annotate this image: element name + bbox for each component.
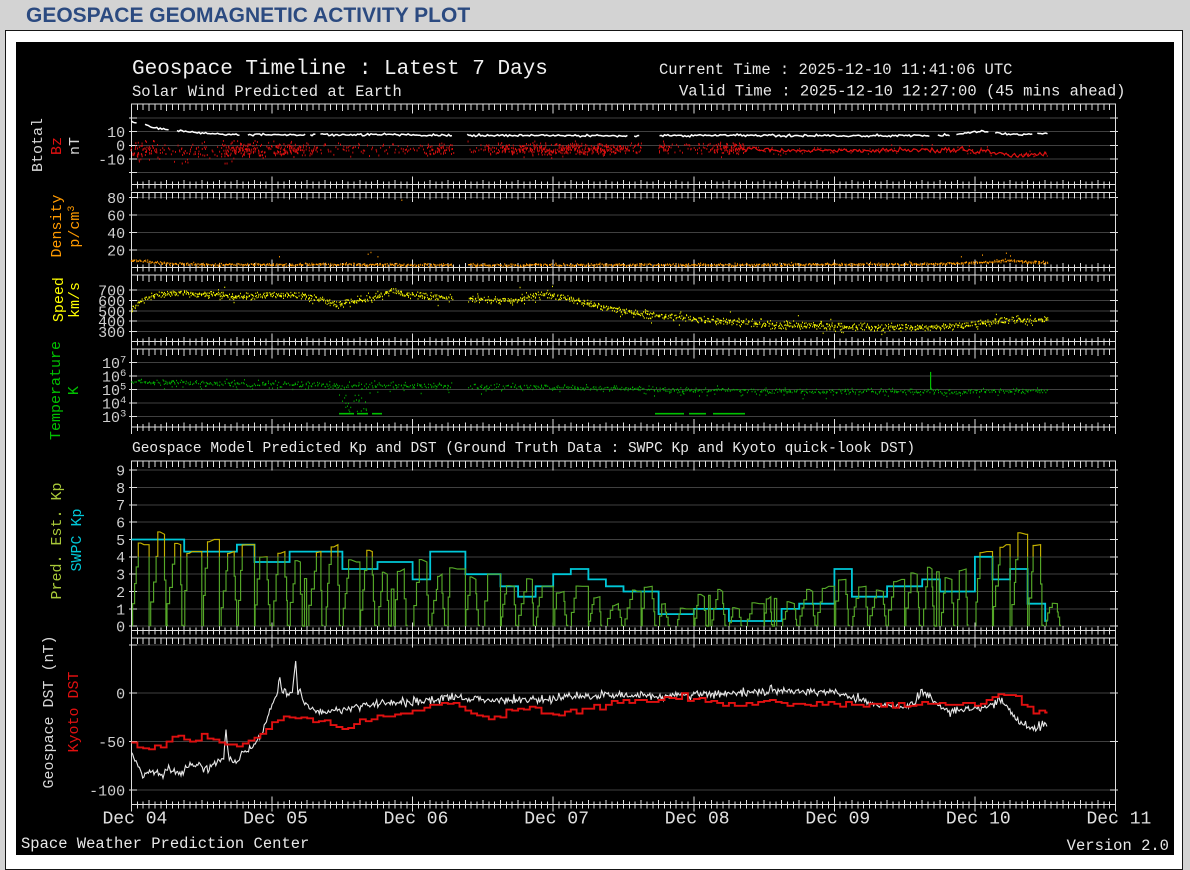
svg-text:0: 0 bbox=[116, 620, 125, 637]
svg-text:Current Time : 2025-12-10 11:4: Current Time : 2025-12-10 11:41:06 UTC bbox=[659, 61, 1012, 79]
svg-text:Solar Wind Predicted at Earth: Solar Wind Predicted at Earth bbox=[132, 83, 402, 101]
svg-text:Density: Density bbox=[49, 194, 66, 257]
svg-text:-100: -100 bbox=[89, 783, 125, 800]
svg-text:5: 5 bbox=[116, 533, 125, 550]
svg-text:SWPC Kp: SWPC Kp bbox=[69, 508, 86, 571]
svg-text:Dec 07: Dec 07 bbox=[524, 810, 589, 830]
svg-text:3: 3 bbox=[116, 568, 125, 585]
svg-text:20: 20 bbox=[107, 243, 125, 260]
svg-text:Dec 10: Dec 10 bbox=[946, 810, 1011, 830]
svg-text:Dec 05: Dec 05 bbox=[243, 810, 308, 830]
svg-text:300: 300 bbox=[98, 325, 125, 342]
svg-text:60: 60 bbox=[107, 208, 125, 225]
svg-text:Temperature: Temperature bbox=[48, 341, 65, 440]
svg-text:4: 4 bbox=[116, 550, 125, 567]
svg-text:-10: -10 bbox=[98, 152, 125, 169]
svg-text:-50: -50 bbox=[98, 735, 125, 752]
svg-text:Speed: Speed bbox=[51, 277, 68, 322]
svg-text:K: K bbox=[66, 386, 83, 395]
svg-text:Version 2.0: Version 2.0 bbox=[1067, 837, 1169, 855]
svg-text:nT: nT bbox=[67, 137, 84, 155]
svg-text:km/s: km/s bbox=[67, 282, 84, 318]
svg-text:6: 6 bbox=[116, 516, 125, 533]
svg-text:Dec 04: Dec 04 bbox=[102, 810, 167, 830]
svg-text:Space Weather Prediction Cente: Space Weather Prediction Center bbox=[21, 835, 309, 853]
svg-text:Dec 11: Dec 11 bbox=[1086, 810, 1151, 830]
svg-text:9: 9 bbox=[116, 464, 125, 481]
svg-text:8: 8 bbox=[116, 481, 125, 498]
svg-text:Dec 06: Dec 06 bbox=[384, 810, 449, 830]
svg-text:2: 2 bbox=[116, 585, 125, 602]
svg-text:7: 7 bbox=[116, 498, 125, 515]
svg-text:Geospace Model Predicted Kp an: Geospace Model Predicted Kp and DST (Gro… bbox=[132, 441, 915, 457]
svg-text:Kyoto DST: Kyoto DST bbox=[66, 671, 83, 752]
svg-text:0: 0 bbox=[116, 687, 125, 704]
svg-text:Btotal: Btotal bbox=[30, 118, 47, 172]
svg-text:Bz: Bz bbox=[49, 137, 66, 155]
svg-text:40: 40 bbox=[107, 226, 125, 243]
svg-text:Dec 08: Dec 08 bbox=[665, 810, 730, 830]
svg-text:1: 1 bbox=[116, 602, 125, 619]
svg-text:Geospace Timeline : Latest 7 D: Geospace Timeline : Latest 7 Days bbox=[132, 58, 548, 81]
svg-text:Dec 09: Dec 09 bbox=[805, 810, 870, 830]
svg-text:Geospace DST (nT): Geospace DST (nT) bbox=[41, 635, 58, 788]
svg-text:p/cm3: p/cm3 bbox=[67, 206, 84, 248]
svg-text:Valid Time : 2025-12-10 12:27:: Valid Time : 2025-12-10 12:27:00 (45 min… bbox=[679, 83, 1125, 101]
svg-text:80: 80 bbox=[107, 191, 125, 208]
svg-text:Pred. Est. Kp: Pred. Est. Kp bbox=[49, 482, 66, 599]
